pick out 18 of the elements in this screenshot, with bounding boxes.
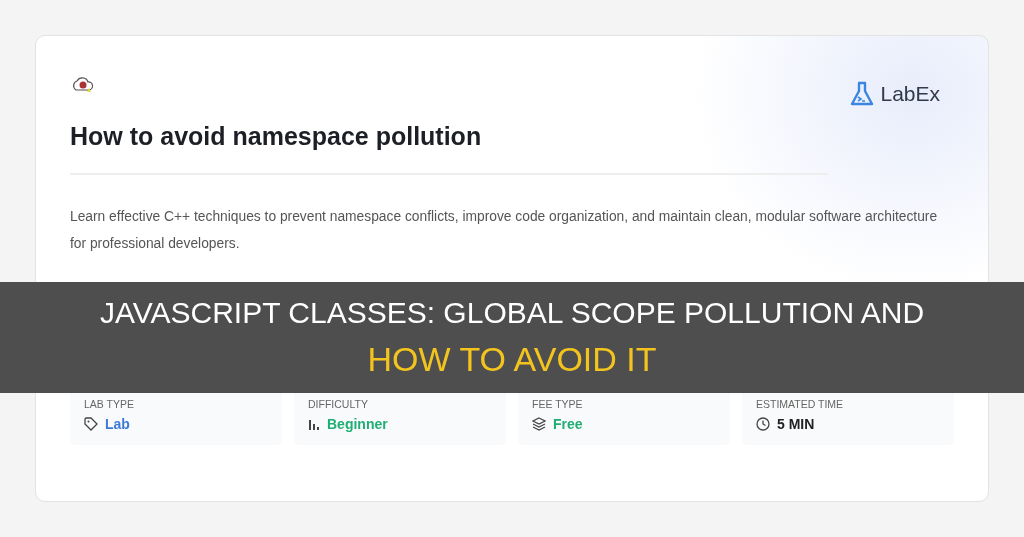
layers-icon	[532, 417, 546, 431]
bars-icon	[308, 418, 320, 430]
tag-icon	[84, 417, 98, 431]
info-value: Beginner	[327, 416, 388, 432]
info-label: LAB TYPE	[84, 398, 135, 410]
banner-subtitle: HOW TO AVOID IT	[367, 340, 657, 379]
description: Learn effective C++ techniques to prevent namespace conflicts, improve code organization, and maintain clean, modular software architecture for professional developers.	[70, 208, 939, 253]
info-value: Lab	[105, 416, 130, 432]
cloud-icon	[70, 76, 96, 94]
info-value: Free	[553, 416, 583, 432]
info-label: DIFFICULTY	[308, 398, 369, 410]
info-value: 5 MIN	[777, 416, 815, 432]
brand-name: LabEx	[880, 82, 940, 106]
lab-title: How to avoid namespace pollution	[70, 122, 483, 151]
banner-title: JAVASCRIPT CLASSES: GLOBAL SCOPE POLLUTION AND	[99, 296, 925, 330]
info-label: FEE TYPE	[532, 398, 584, 410]
clock-icon	[756, 417, 770, 431]
info-label: ESTIMATED TIME	[756, 398, 845, 410]
